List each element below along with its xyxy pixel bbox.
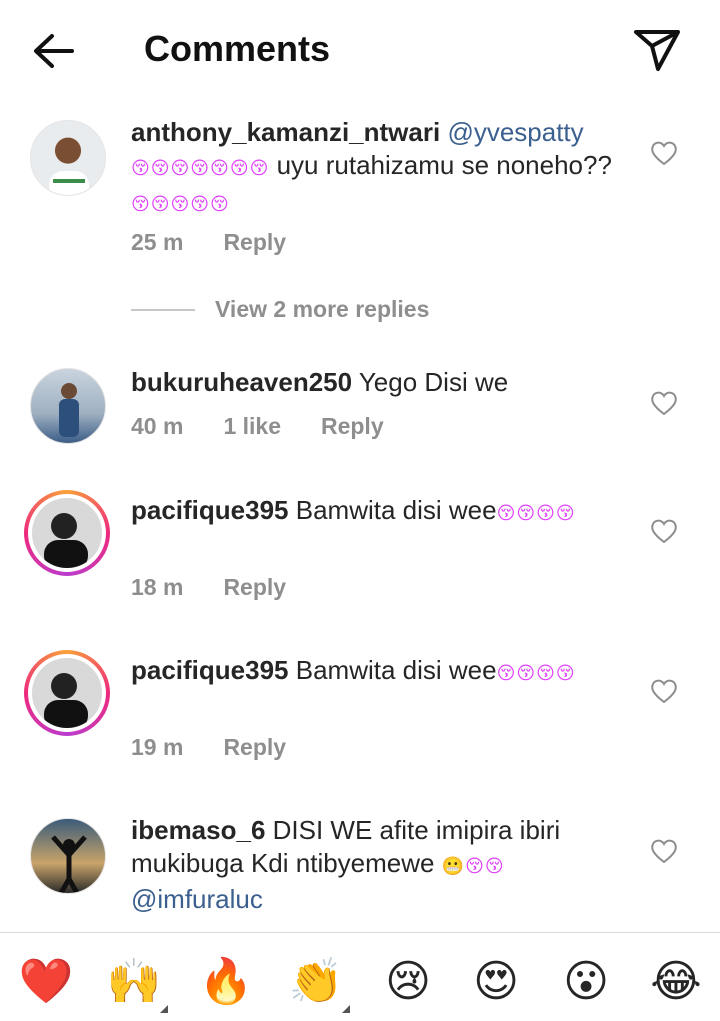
mention-link[interactable]: @yvespatty [447, 117, 583, 147]
comment-meta: 40 m 1 like Reply [131, 413, 424, 440]
laughing-face-icon[interactable]: 😂 [646, 951, 706, 1011]
comment-time: 18 m [131, 574, 184, 600]
raising-hands-icon[interactable]: 🙌 [104, 951, 168, 1013]
comment-text: anthony_kamanzi_ntwari @yvespatty 😚😚😚😚😚😚… [131, 116, 631, 221]
like-button[interactable] [650, 390, 678, 416]
like-button[interactable] [650, 678, 678, 704]
avatar[interactable] [30, 818, 106, 894]
emoji-reaction-bar: ❤️ 🙌 🔥 👏 😢 😍 😮 😂 [0, 932, 720, 1021]
header-bar: Comments [0, 0, 720, 100]
reply-button[interactable]: Reply [223, 574, 286, 601]
comment-username[interactable]: ibemaso_6 [131, 815, 265, 845]
avatar[interactable] [30, 120, 106, 196]
avatar[interactable] [24, 650, 110, 736]
like-button[interactable] [650, 838, 678, 864]
emoji-text: 😚😚😚😚😚😚😚 [131, 158, 270, 178]
share-button[interactable] [628, 24, 686, 74]
view-more-replies[interactable]: View 2 more replies [131, 296, 429, 323]
comment-username[interactable]: pacifique395 [131, 655, 289, 685]
emoji-text: 😬😚😚 [441, 856, 505, 876]
comment-meta: 18 m Reply [131, 574, 326, 601]
crying-face-icon[interactable]: 😢 [378, 951, 438, 1011]
comment-body: Bamwita disi wee [288, 655, 497, 685]
reply-button[interactable]: Reply [223, 229, 286, 256]
heart-outline-icon [651, 519, 677, 544]
reply-button[interactable]: Reply [223, 734, 286, 761]
comment-body: Bamwita disi wee [288, 495, 497, 525]
comment-text: pacifique395 Bamwita disi wee😚😚😚😚 [131, 654, 631, 690]
emoji-text: 😚😚😚😚 [496, 503, 576, 523]
likes-count[interactable]: 1 like [223, 413, 281, 440]
emoji-text: 😚😚😚😚 [496, 663, 576, 683]
paper-plane-icon [634, 30, 680, 71]
mention-link[interactable]: @imfuraluc [131, 884, 263, 914]
comment-username[interactable]: bukuruheaven250 [131, 367, 352, 397]
comment-time: 40 m [131, 413, 184, 439]
clapping-hands-glyph: 👏 [288, 957, 344, 1006]
avatar[interactable] [30, 368, 106, 444]
like-button[interactable] [650, 140, 678, 166]
comment-username[interactable]: pacifique395 [131, 495, 289, 525]
heart-outline-icon [651, 679, 677, 704]
arrow-left-icon [34, 34, 74, 68]
avatar[interactable] [24, 490, 110, 576]
skin-tone-indicator [342, 1005, 350, 1013]
comment-time: 19 m [131, 734, 184, 760]
heart-outline-icon [651, 141, 677, 166]
reply-button[interactable]: Reply [321, 413, 384, 440]
view-more-label: View 2 more replies [215, 296, 430, 322]
comment-text: pacifique395 Bamwita disi wee😚😚😚😚 [131, 494, 631, 530]
comment-text: ibemaso_6 DISI WE afite imipira ibiri mu… [131, 814, 631, 916]
comment-username[interactable]: anthony_kamanzi_ntwari [131, 117, 440, 147]
comment-body: uyu rutahizamu se noneho?? [269, 150, 612, 180]
heart-outline-icon [651, 391, 677, 416]
red-heart-icon[interactable]: ❤️ [16, 951, 76, 1011]
skin-tone-indicator [160, 1005, 168, 1013]
raising-hands-glyph: 🙌 [106, 957, 162, 1006]
clapping-hands-icon[interactable]: 👏 [286, 951, 350, 1013]
emoji-text: 😚😚😚😚😚 [131, 194, 230, 214]
divider [131, 308, 195, 311]
comment-meta: 25 m Reply [131, 229, 326, 256]
fire-icon[interactable]: 🔥 [196, 951, 256, 1011]
surprised-face-icon[interactable]: 😮 [556, 951, 616, 1011]
heart-outline-icon [651, 839, 677, 864]
comment-body: Yego Disi we [352, 367, 509, 397]
comment-meta: 19 m Reply [131, 734, 326, 761]
heart-eyes-icon[interactable]: 😍 [466, 951, 526, 1011]
page-title: Comments [144, 28, 331, 69]
back-button[interactable] [28, 26, 84, 76]
comment-time: 25 m [131, 229, 184, 255]
like-button[interactable] [650, 518, 678, 544]
comment-text: bukuruheaven250 Yego Disi we [131, 366, 631, 399]
